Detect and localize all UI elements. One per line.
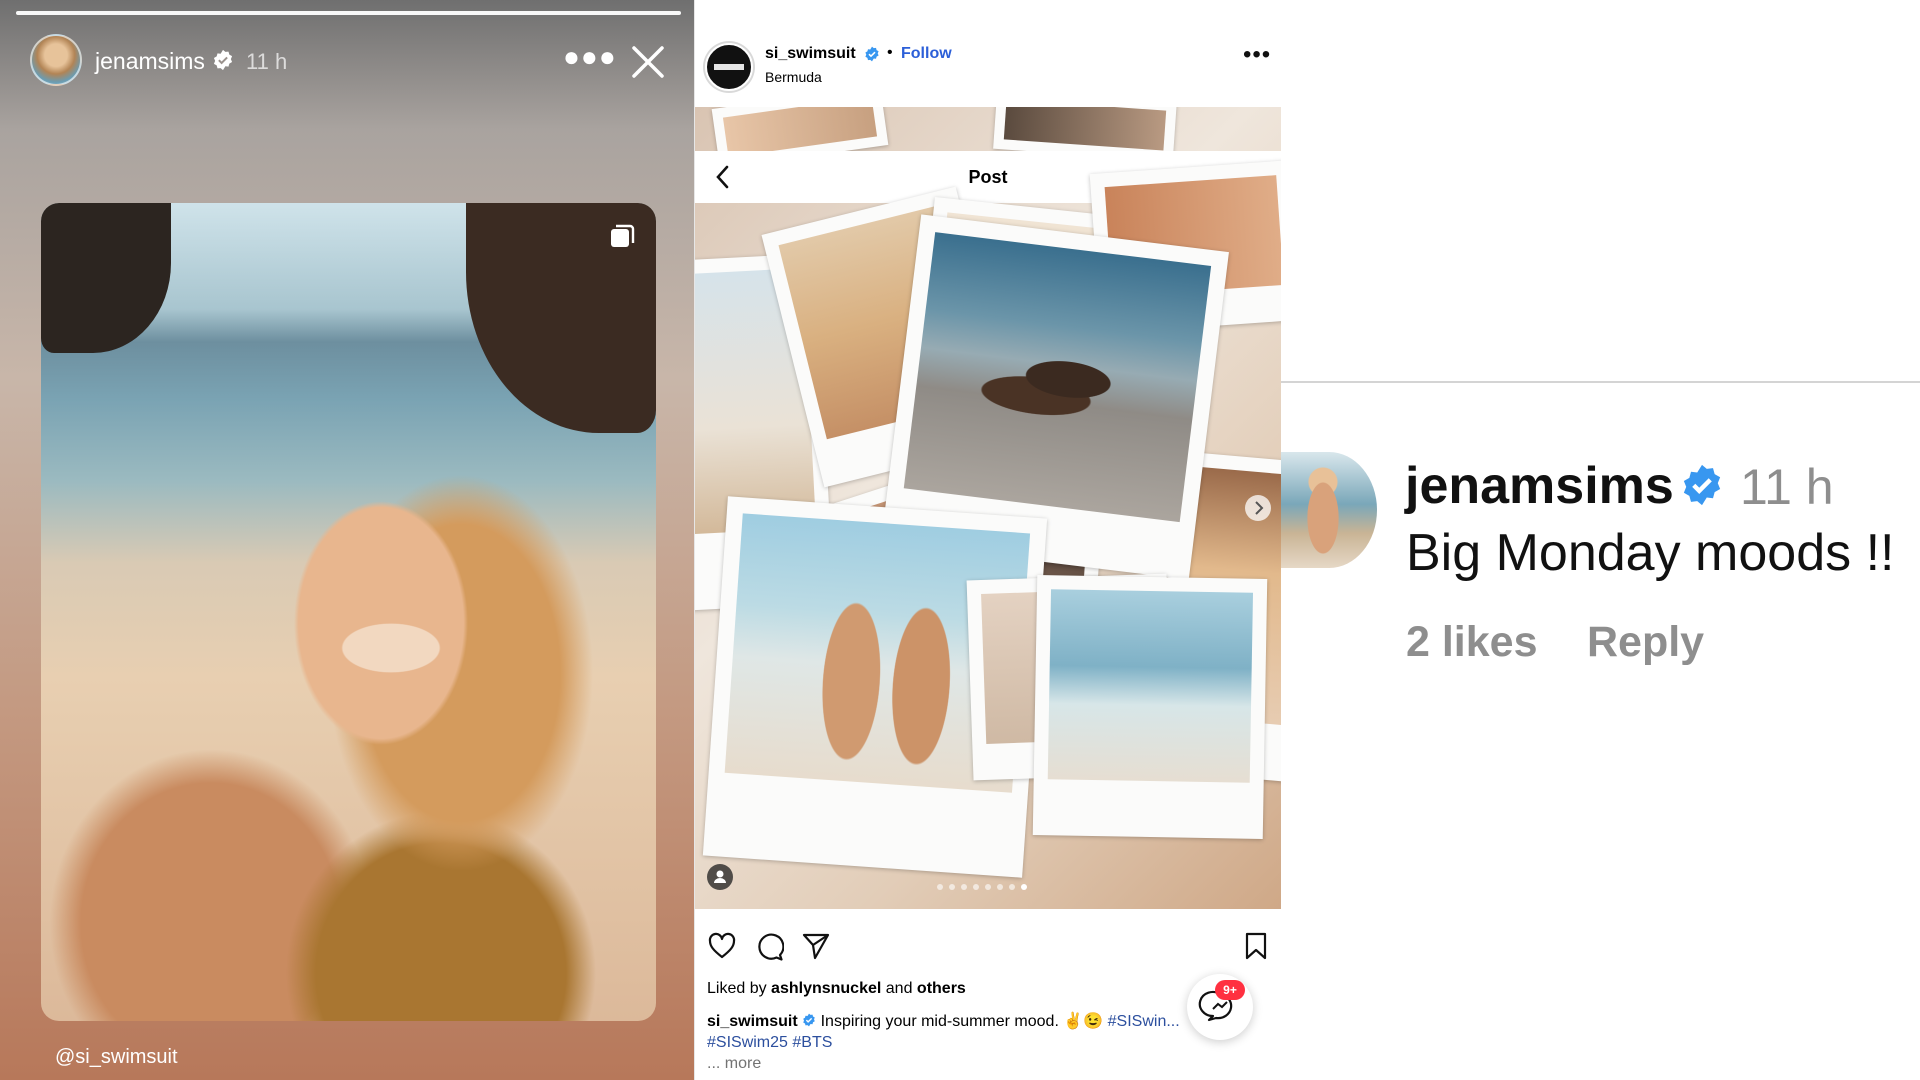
photo-rock-left (41, 203, 171, 353)
comment-avatar[interactable] (1281, 452, 1377, 568)
caption-text: Inspiring your mid-summer mood. ✌️😉 (816, 1013, 1108, 1030)
story-mention-sticker[interactable]: @si_swimsuit (55, 1046, 178, 1069)
follow-button[interactable]: Follow (901, 45, 952, 63)
person-tag-icon[interactable] (707, 864, 733, 890)
liked-by-prefix: Liked by (707, 980, 772, 997)
story-photo[interactable] (41, 203, 656, 1021)
caption-username[interactable]: si_swimsuit (707, 1013, 798, 1030)
post-separator: • (887, 44, 893, 61)
comment-timestamp: 11 h (1740, 459, 1834, 515)
notification-badge: 9+ (1215, 980, 1245, 1000)
post-username[interactable]: si_swimsuit (765, 45, 856, 63)
verified-badge-icon (213, 49, 233, 71)
caption-hashtag-1[interactable]: #SISwin... (1108, 1013, 1180, 1030)
divider (1281, 381, 1920, 383)
post-caption: si_swimsuit Inspiring your mid-summer mo… (707, 1011, 1207, 1053)
liked-by-others[interactable]: others (917, 980, 966, 997)
send-icon[interactable] (801, 931, 831, 961)
bookmark-icon[interactable] (1243, 931, 1269, 961)
story-username[interactable]: jenamsims (95, 48, 205, 75)
more-dots-icon[interactable]: ••• (1243, 43, 1271, 67)
carousel-layers-icon (611, 224, 635, 247)
comment-panel: jenamsims 11 h Big Monday moods !! 2 lik… (1281, 0, 1920, 1080)
comment-text: Big Monday moods !! (1406, 524, 1895, 582)
post-carousel-image[interactable]: Post (695, 107, 1281, 909)
verified-badge-icon (803, 1013, 815, 1027)
verified-badge-icon (865, 46, 879, 62)
post-action-bar (695, 928, 1281, 964)
story-progress-bar (16, 11, 681, 15)
carousel-dots (937, 884, 1027, 890)
post-panel: si_swimsuit • Follow Bermuda ••• Post Li… (694, 0, 1281, 1080)
comment-icon[interactable] (754, 931, 784, 961)
verified-badge-icon (1683, 464, 1721, 506)
caption-hashtag-2[interactable]: #SISwim25 (707, 1034, 788, 1051)
story-panel: jenamsims 11 h ●●● @si_swimsuit (0, 0, 694, 1080)
caption-hashtag-3[interactable]: #BTS (792, 1034, 832, 1051)
story-avatar[interactable] (30, 34, 82, 86)
post-likes[interactable]: Liked by ashlynsnuckel and others (707, 980, 966, 998)
comment-username[interactable]: jenamsims (1405, 456, 1674, 516)
comment-likes[interactable]: 2 likes (1406, 618, 1538, 667)
story-timestamp: 11 h (246, 49, 288, 74)
post-avatar[interactable] (705, 43, 753, 91)
post-location[interactable]: Bermuda (765, 69, 822, 85)
chevron-right-icon[interactable] (1245, 495, 1271, 521)
caption-more-link[interactable]: ... more (707, 1055, 761, 1073)
liked-by-user[interactable]: ashlynsnuckel (771, 980, 881, 997)
liked-by-and: and (881, 980, 917, 997)
reply-button[interactable]: Reply (1587, 618, 1704, 667)
close-icon[interactable] (630, 44, 666, 80)
more-dots-icon[interactable]: ●●● (563, 43, 617, 71)
heart-icon[interactable] (707, 931, 737, 961)
